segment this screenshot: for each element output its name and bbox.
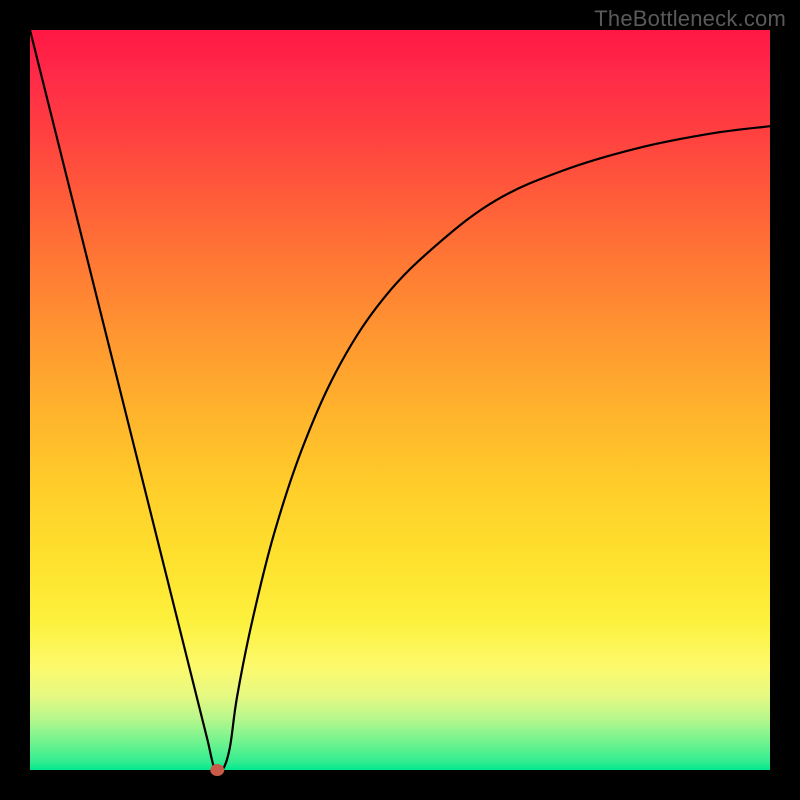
plot-area [30,30,770,770]
bottleneck-curve [30,30,770,774]
minimum-marker [210,764,224,776]
chart-frame: TheBottleneck.com [0,0,800,800]
curve-layer [30,30,770,770]
watermark-text: TheBottleneck.com [594,6,786,32]
